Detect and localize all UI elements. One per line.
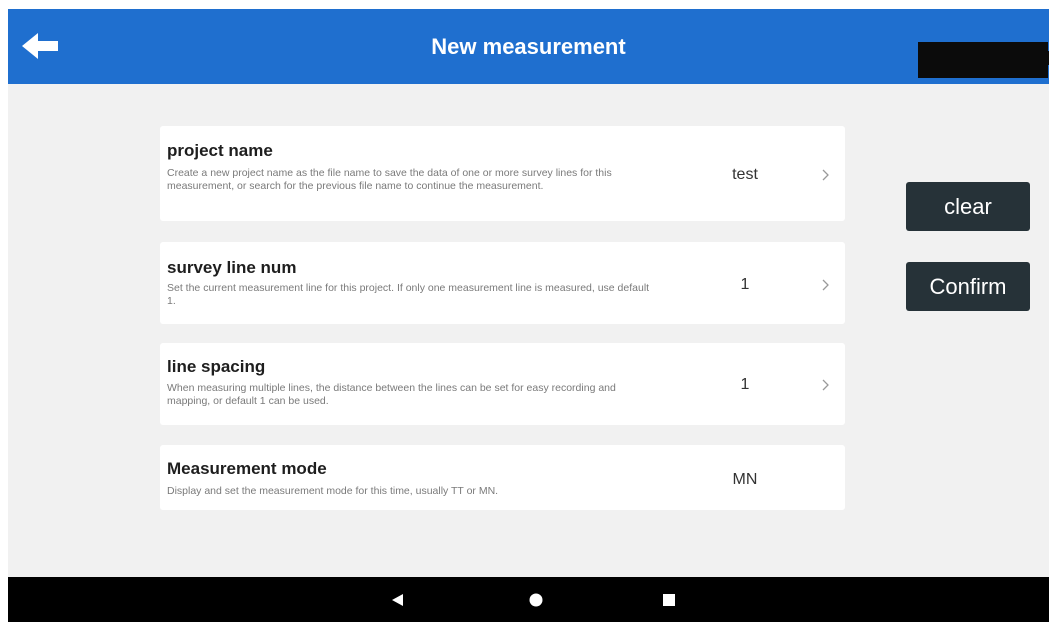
nav-recents-icon	[663, 594, 675, 606]
measurement-mode-setting[interactable]: Measurement mode Display and set the mea…	[160, 445, 845, 510]
setting-value: 1	[740, 276, 750, 293]
setting-description: Create a new project name as the file na…	[167, 167, 612, 192]
chevron-right-icon	[822, 169, 829, 181]
setting-value: MN	[732, 471, 758, 488]
nav-recents-button[interactable]	[654, 585, 684, 615]
setting-title: project name	[167, 141, 273, 160]
nav-back-button[interactable]	[383, 585, 413, 615]
status-indicator	[918, 42, 1048, 78]
app-screen: New measurement project name Create a ne…	[8, 9, 1049, 622]
line-spacing-setting[interactable]: line spacing When measuring multiple lin…	[160, 343, 845, 425]
nav-home-button[interactable]	[521, 585, 551, 615]
clear-button[interactable]: clear	[906, 182, 1030, 231]
chevron-right-icon	[822, 279, 829, 291]
nav-back-icon	[392, 594, 403, 606]
setting-title: Measurement mode	[167, 459, 327, 478]
survey-line-num-setting[interactable]: survey line num Set the current measurem…	[160, 242, 845, 324]
setting-description: Display and set the measurement mode for…	[167, 485, 499, 497]
confirm-button[interactable]: Confirm	[906, 262, 1030, 311]
app-bar: New measurement	[8, 9, 1049, 84]
setting-description: Set the current measurement line for thi…	[167, 282, 650, 307]
project-name-setting[interactable]: project name Create a new project name a…	[160, 126, 845, 221]
setting-value: 1	[740, 376, 750, 393]
setting-title: survey line num	[167, 258, 297, 277]
setting-value: test	[732, 166, 758, 183]
nav-home-icon	[529, 593, 543, 607]
chevron-right-icon	[822, 379, 829, 391]
page-title: New measurement	[431, 34, 626, 59]
status-indicator-tip	[1046, 51, 1049, 65]
setting-description: When measuring multiple lines, the dista…	[167, 382, 616, 407]
system-nav-bar	[8, 577, 1049, 622]
setting-title: line spacing	[167, 357, 266, 376]
